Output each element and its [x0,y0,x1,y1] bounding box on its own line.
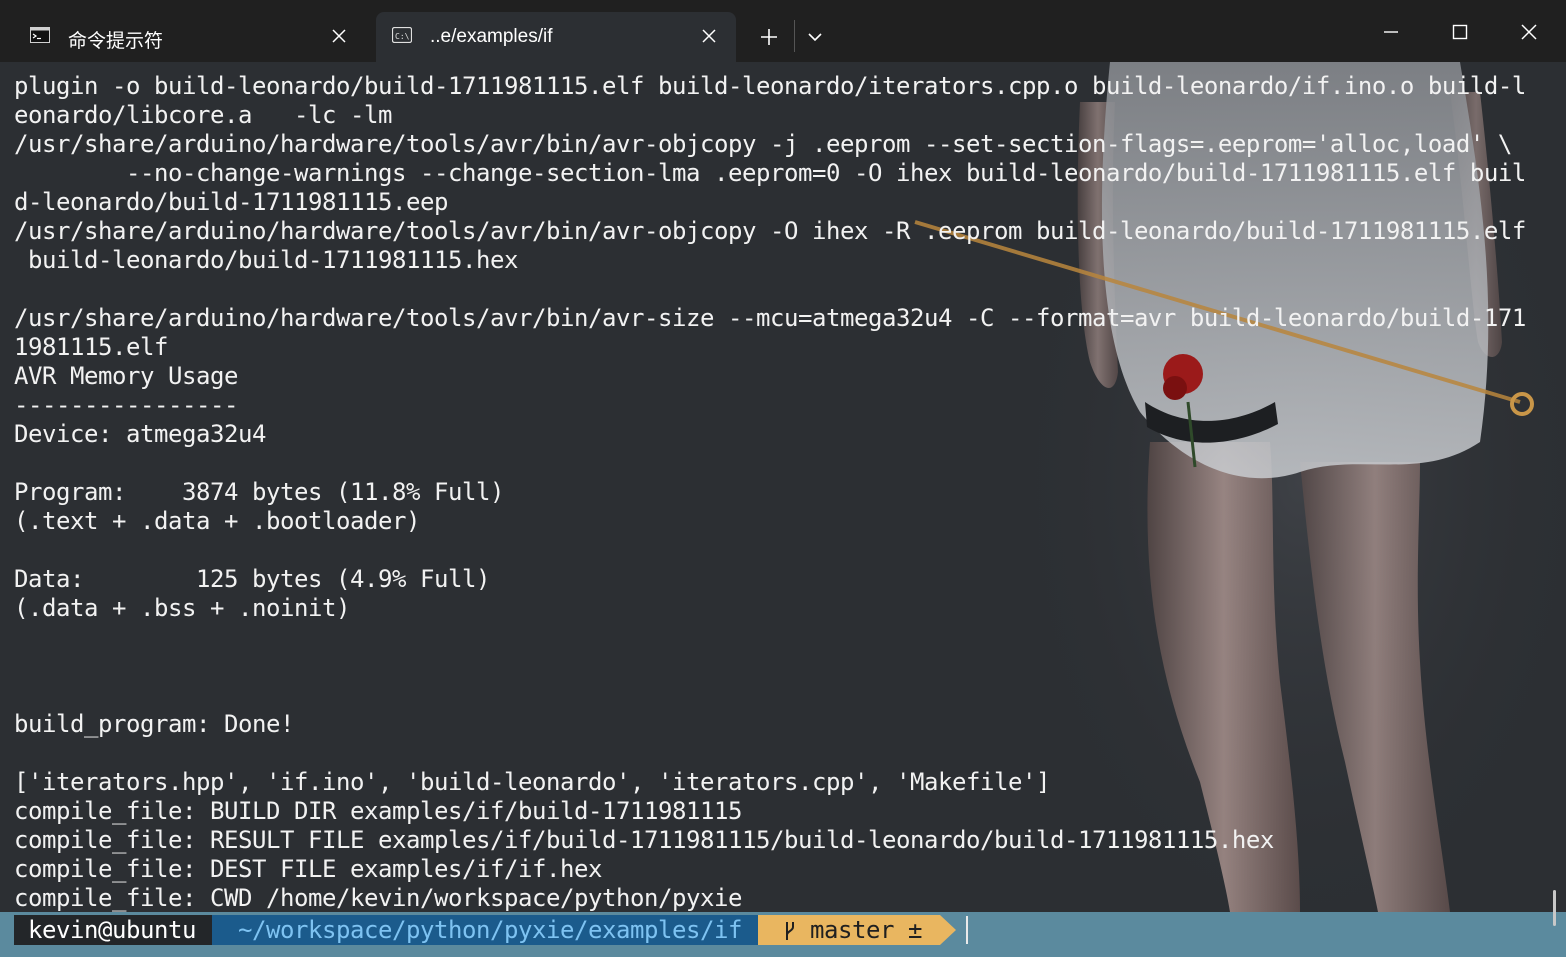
prompt-path: ~/workspace/python/pyxie/examples/if [212,915,758,945]
terminal-line: Device: atmega32u4 [14,420,266,448]
tab-label: ..e/examples/if [430,26,553,47]
terminal-line: d-leonardo/build-1711981115.eep [14,188,448,216]
terminal-line: /usr/share/arduino/hardware/tools/avr/bi… [14,130,1512,158]
tab-divider [794,20,795,52]
terminal-line: eonardo/libcore.a -lc -lm [14,101,392,129]
git-branch-icon [786,922,794,940]
tab-label: 命令提示符 [68,31,164,52]
title-bar[interactable]: 命令提示符 C:\ ..e/examples/if [0,0,1566,62]
terminal-line: compile_file: DEST FILE examples/if/if.h… [14,855,602,883]
terminal-line: 1981115.elf [14,333,168,361]
terminal-line: --no-change-warnings --change-section-lm… [14,159,1526,187]
terminal-line: AVR Memory Usage [14,362,238,390]
terminal-line: compile_file: BUILD DIR examples/if/buil… [14,797,742,825]
terminal-line: ---------------- [14,391,238,419]
terminal-line: (.data + .bss + .noinit) [14,594,350,622]
terminal-line: /usr/share/arduino/hardware/tools/avr/bi… [14,304,1526,332]
terminal-line: compile_file: RESULT FILE examples/if/bu… [14,826,1274,854]
tab-command-prompt[interactable]: 命令提示符 [14,12,366,62]
terminal-line: build-leonardo/build-1711981115.hex [14,246,518,274]
terminal-line: ['iterators.hpp', 'if.ino', 'build-leona… [14,768,1050,796]
close-icon[interactable] [1515,18,1543,46]
prompt-bar[interactable]: kevin@ubuntu ~/workspace/python/pyxie/ex… [0,912,1566,957]
terminal-line: plugin -o build-leonardo/build-171198111… [14,72,1526,100]
terminal-line: /usr/share/arduino/hardware/tools/avr/bi… [14,217,1526,245]
close-tab-icon[interactable] [702,29,716,43]
tab-examples-if[interactable]: C:\ ..e/examples/if [376,12,736,62]
scrollbar-thumb[interactable] [1553,890,1556,926]
minimize-icon[interactable] [1377,18,1405,46]
terminal-line: (.text + .data + .bootloader) [14,507,420,535]
text-cursor [966,916,968,944]
cmd-icon [30,27,50,43]
svg-text:C:\: C:\ [395,32,410,41]
segment-arrow-icon [940,915,956,945]
terminal-output[interactable]: plugin -o build-leonardo/build-171198111… [14,72,1554,912]
cmd-icon: C:\ [392,27,412,43]
maximize-icon[interactable] [1446,18,1474,46]
terminal-line: Program: 3874 bytes (11.8% Full) [14,478,504,506]
terminal-line: compile_file: CWD /home/kevin/workspace/… [14,884,742,912]
prompt-user: kevin@ubuntu [14,915,212,945]
terminal-window: 命令提示符 C:\ ..e/examples/if plugin -o buil… [0,0,1566,957]
chevron-down-icon[interactable] [806,28,824,46]
close-tab-icon[interactable] [332,29,346,43]
terminal-line: build_program: Done! [14,710,294,738]
terminal-line: Data: 125 bytes (4.9% Full) [14,565,490,593]
new-tab-plus-icon[interactable] [756,24,782,50]
